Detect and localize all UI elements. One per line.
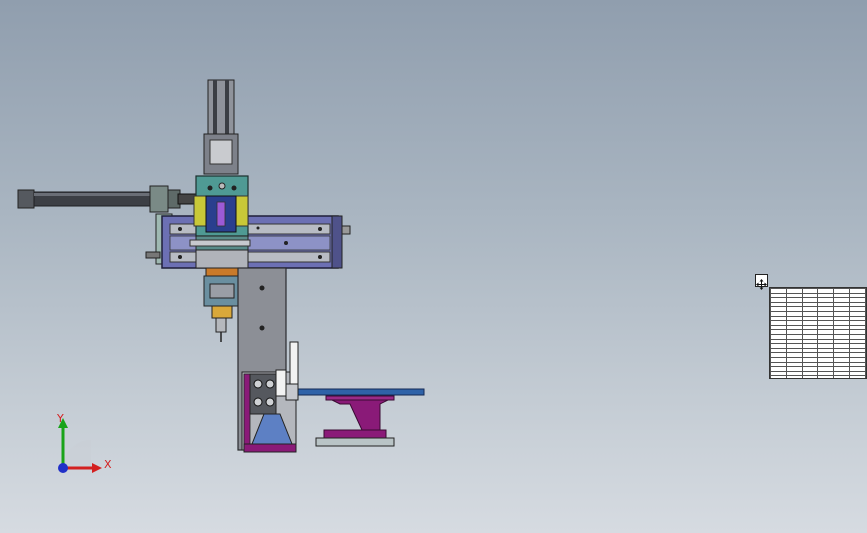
move-icon [756, 279, 767, 290]
x-axis-label: X [104, 458, 112, 471]
pneumatic-cylinder[interactable] [17, 185, 199, 213]
fixture-stand[interactable] [315, 395, 395, 447]
bill-of-materials-table[interactable] [769, 287, 867, 379]
bom-grid [770, 288, 866, 378]
x-axis-head [92, 463, 102, 473]
cad-assembly-view[interactable] [0, 0, 867, 533]
bom-cell [817, 375, 835, 378]
bom-cell [833, 375, 851, 378]
triad-quadrant [63, 440, 91, 468]
bom-cell [801, 375, 819, 378]
carriage-block[interactable] [189, 175, 251, 251]
bom-cell [770, 375, 787, 378]
bom-cell [785, 375, 803, 378]
graphics-viewport[interactable]: Y X [0, 0, 867, 533]
z-axis-dot [58, 463, 68, 473]
y-axis-label: Y [57, 412, 64, 425]
table-move-handle[interactable] [755, 274, 768, 290]
bom-cell [849, 375, 866, 378]
coordinate-triad: Y X [48, 410, 118, 480]
bom-row [770, 375, 866, 378]
vertical-rail-top[interactable] [203, 79, 239, 175]
